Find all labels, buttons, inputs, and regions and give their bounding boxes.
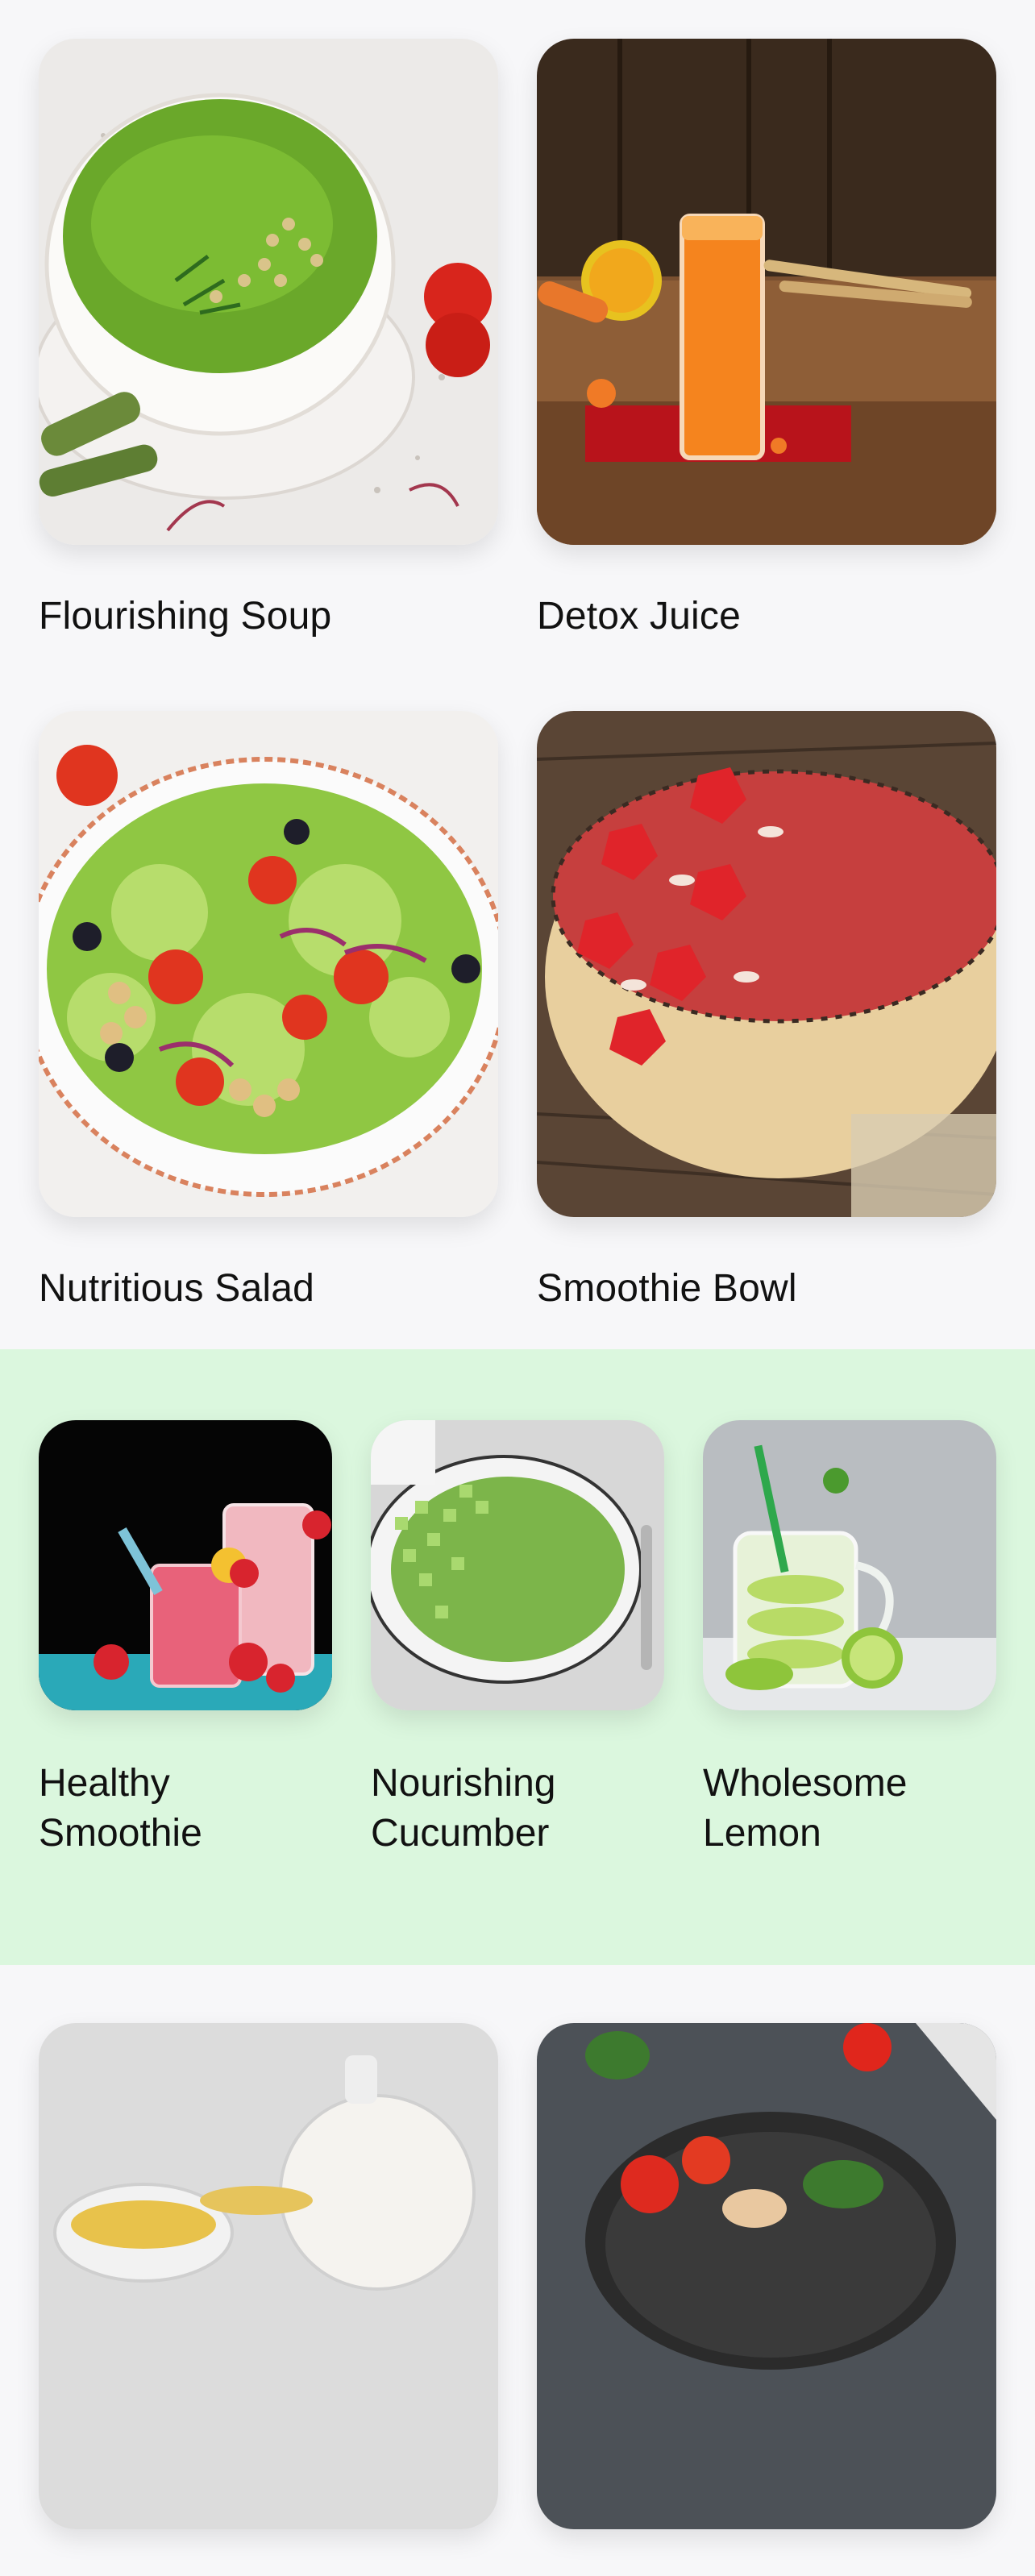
lemon-water-image <box>703 1420 996 1710</box>
recipe-card-nourishing-cucumber[interactable]: Nourishing Cucumber <box>371 1420 664 1965</box>
recipe-card-tea[interactable] <box>39 2023 498 2576</box>
green-soup-image <box>39 39 498 545</box>
orange-juice-image <box>537 39 996 545</box>
pan-vegetables-image <box>537 2023 996 2529</box>
recipe-title: Healthy Smoothie <box>39 1762 202 1855</box>
recipe-card-detox-juice[interactable]: Detox Juice <box>537 39 996 642</box>
recipe-row-1: Flourishing Soup Detox Juice <box>0 0 1035 642</box>
recipe-card-smoothie-bowl[interactable]: Smoothie Bowl <box>537 711 996 1314</box>
smoothie-bowl-image <box>537 711 996 1217</box>
recipe-title: Smoothie Bowl <box>537 1267 797 1310</box>
recipe-title: Nourishing Cucumber <box>371 1762 556 1855</box>
salad-image <box>39 711 498 1217</box>
smoothie-glasses-image <box>39 1420 332 1710</box>
recipe-card-nutritious-salad[interactable]: Nutritious Salad <box>39 711 498 1314</box>
recipe-title: Detox Juice <box>537 595 741 638</box>
recipe-title: Nutritious Salad <box>39 1267 315 1310</box>
featured-recipes-section: Healthy Smoothie Nourishing Cucumber Who… <box>0 1349 1035 1965</box>
recipe-card-wholesome-lemon[interactable]: Wholesome Lemon <box>703 1420 996 1965</box>
recipe-row-4 <box>0 1965 1035 2576</box>
recipe-card-healthy-smoothie[interactable]: Healthy Smoothie <box>39 1420 332 1965</box>
recipe-card-flourishing-soup[interactable]: Flourishing Soup <box>39 39 498 642</box>
recipe-card-pan-vegetables[interactable] <box>537 2023 996 2576</box>
tea-cups-image <box>39 2023 498 2529</box>
recipe-title: Wholesome Lemon <box>703 1762 908 1855</box>
cucumber-soup-image <box>371 1420 664 1710</box>
recipe-title: Flourishing Soup <box>39 595 332 638</box>
recipe-row-2: Nutritious Salad Smoothie Bowl <box>0 711 1035 1314</box>
